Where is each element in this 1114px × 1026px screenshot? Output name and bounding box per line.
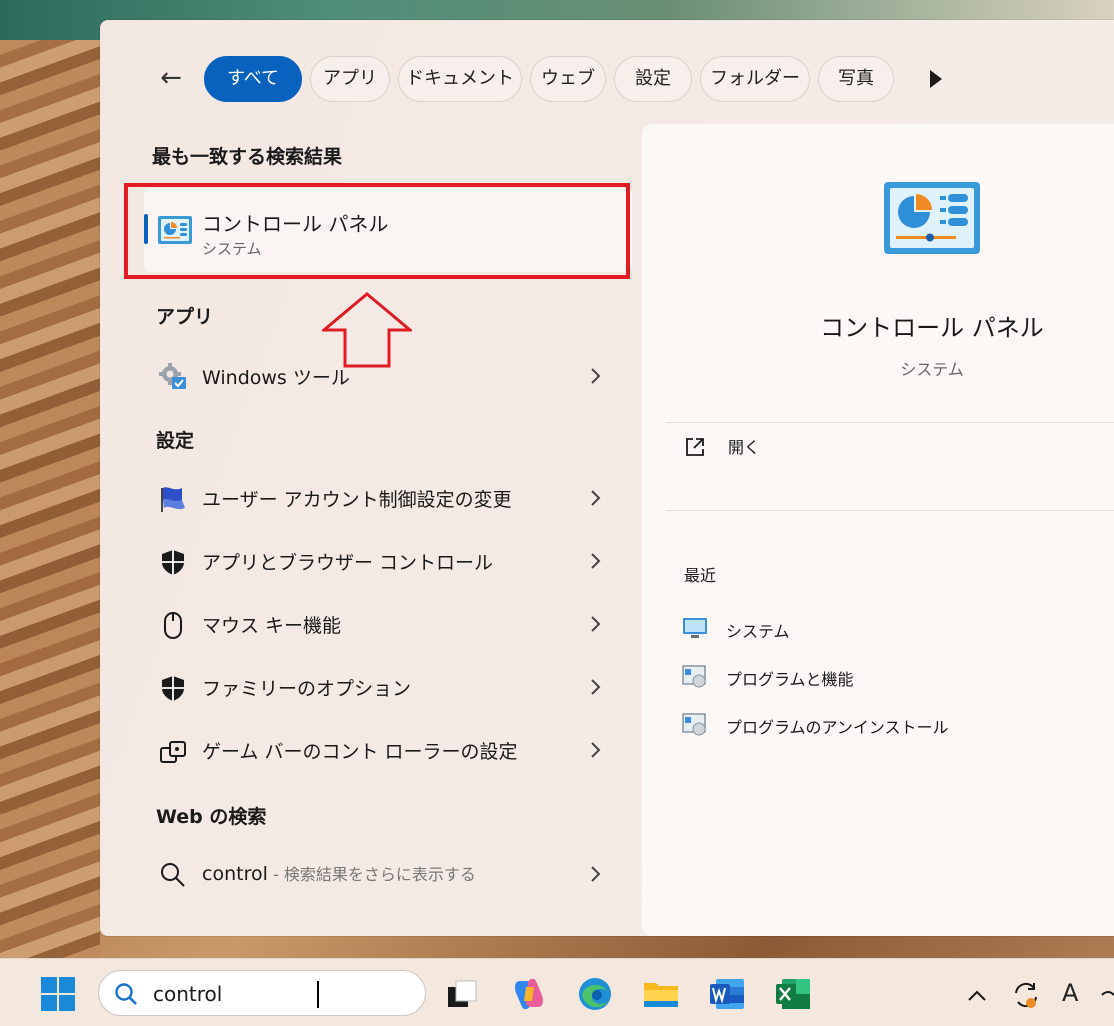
- apps-heading: アプリ: [156, 306, 214, 328]
- task-view-icon[interactable]: [444, 975, 482, 1013]
- recent-item-programs[interactable]: プログラムと機能: [682, 660, 1062, 694]
- more-filters-icon[interactable]: [926, 68, 946, 90]
- web-search-query: control: [202, 863, 268, 885]
- chevron-right-icon: [591, 866, 601, 882]
- taskbar: control A: [0, 958, 1114, 1026]
- filter-documents[interactable]: ドキュメント: [398, 56, 522, 102]
- search-icon: [115, 983, 137, 1005]
- recent-heading: 最近: [684, 566, 717, 585]
- setting-mouse-keys[interactable]: マウス キー機能: [144, 598, 632, 650]
- web-search-heading: Web の検索: [156, 806, 267, 828]
- system-monitor-icon: [683, 618, 707, 638]
- filter-web[interactable]: ウェブ: [530, 56, 606, 102]
- recent-item-system[interactable]: システム: [682, 612, 1062, 646]
- highlight-box: [124, 183, 630, 279]
- shield-icon: [162, 676, 184, 701]
- setting-label: ファミリーのオプション: [202, 678, 412, 700]
- windows-start-icon[interactable]: [40, 976, 76, 1012]
- chevron-right-icon: [591, 553, 601, 569]
- recent-label: プログラムのアンインストール: [726, 718, 949, 737]
- edge-browser-icon[interactable]: [576, 975, 614, 1013]
- app-label: Windows ツール: [202, 367, 350, 389]
- sync-status-icon[interactable]: [1010, 979, 1042, 1011]
- best-match-heading: 最も一致する検索結果: [152, 146, 343, 168]
- preview-title: コントロール パネル: [820, 314, 1044, 342]
- programs-features-icon: [682, 713, 706, 736]
- gamepad-icon: [160, 741, 186, 763]
- setting-game-bar-controller[interactable]: ゲーム バーのコント ローラーの設定: [144, 724, 632, 776]
- filter-folders[interactable]: フォルダー: [700, 56, 810, 102]
- word-icon[interactable]: [708, 975, 746, 1013]
- filter-settings[interactable]: 設定: [614, 56, 692, 102]
- input-method-indicator[interactable]: A: [1062, 979, 1078, 1007]
- setting-app-browser-control[interactable]: アプリとブラウザー コントロール: [144, 535, 632, 587]
- web-search-label: control - 検索結果をさらに表示する: [202, 861, 476, 885]
- programs-features-icon: [682, 665, 706, 688]
- setting-label: ゲーム バーのコント ローラーの設定: [202, 741, 518, 763]
- shield-icon: [162, 550, 184, 575]
- open-action[interactable]: 開く: [682, 426, 882, 466]
- divider: [666, 510, 1114, 511]
- taskbar-search-box[interactable]: control: [98, 970, 426, 1016]
- back-button[interactable]: ←: [156, 65, 186, 92]
- wallpaper-ridge: [0, 40, 100, 960]
- control-panel-large-icon: [884, 182, 980, 254]
- settings-heading: 設定: [156, 430, 195, 452]
- file-explorer-icon[interactable]: [642, 975, 680, 1013]
- excel-icon[interactable]: [774, 975, 812, 1013]
- search-panel: ← すべて アプリ ドキュメント ウェブ 設定 フォルダー 写真 最も一致する検…: [100, 20, 1114, 936]
- copilot-icon[interactable]: [510, 975, 548, 1013]
- divider: [666, 422, 1114, 423]
- chevron-right-icon: [591, 616, 601, 632]
- tray-chevron-up-icon[interactable]: [964, 983, 990, 1009]
- filter-photos[interactable]: 写真: [818, 56, 894, 102]
- setting-label: アプリとブラウザー コントロール: [202, 552, 494, 574]
- recent-label: プログラムと機能: [726, 670, 854, 689]
- web-search-result[interactable]: control - 検索結果をさらに表示する: [144, 848, 632, 900]
- chevron-right-icon: [591, 679, 601, 695]
- uac-flag-icon: [161, 487, 185, 512]
- setting-family-options[interactable]: ファミリーのオプション: [144, 661, 632, 713]
- open-label: 開く: [728, 438, 761, 457]
- filter-apps[interactable]: アプリ: [310, 56, 390, 102]
- preview-subtitle: システム: [900, 360, 964, 379]
- web-search-suffix: - 検索結果をさらに表示する: [267, 865, 476, 884]
- open-external-icon: [686, 438, 704, 456]
- windows-tools-icon: [159, 363, 186, 389]
- chevron-right-icon: [591, 368, 601, 384]
- recent-label: システム: [726, 622, 790, 641]
- setting-uac[interactable]: ユーザー アカウント制御設定の変更: [144, 472, 632, 524]
- recent-item-uninstall[interactable]: プログラムのアンインストール: [682, 708, 1062, 742]
- setting-label: ユーザー アカウント制御設定の変更: [202, 489, 512, 511]
- search-icon: [161, 863, 185, 887]
- filter-all[interactable]: すべて: [204, 56, 302, 102]
- taskbar-search-input[interactable]: control: [153, 982, 222, 1006]
- filter-bar: ← すべて アプリ ドキュメント ウェブ 設定 フォルダー 写真: [100, 56, 1114, 102]
- mouse-icon: [164, 612, 182, 639]
- app-windows-tools[interactable]: Windows ツール: [144, 350, 632, 402]
- chevron-right-icon: [591, 742, 601, 758]
- setting-label: マウス キー機能: [202, 615, 342, 637]
- preview-pane: コントロール パネル システム 開く 最近 システム プログラムと機能 プログラ…: [642, 124, 1114, 936]
- chevron-right-icon: [591, 490, 601, 506]
- text-caret: [317, 981, 319, 1008]
- network-icon[interactable]: [1100, 983, 1114, 1007]
